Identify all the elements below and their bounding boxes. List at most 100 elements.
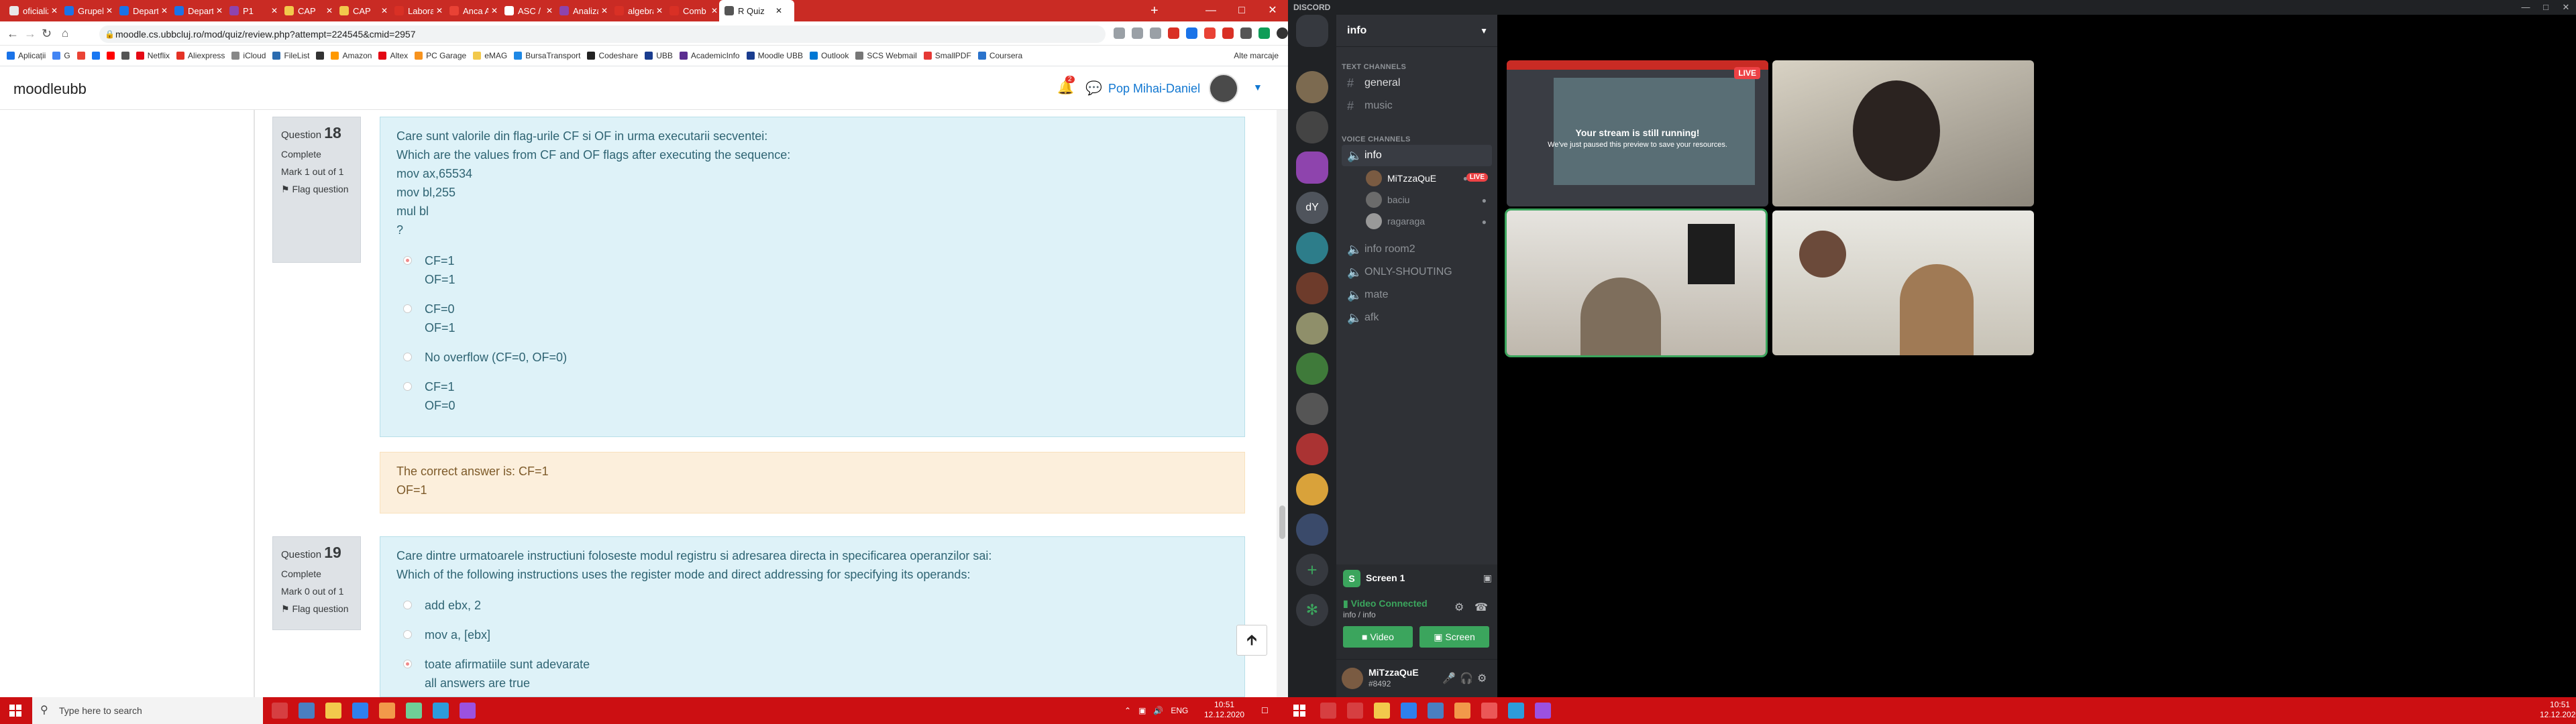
server-header[interactable]: info ▼ [1336, 15, 1497, 47]
bookmark-item[interactable]: Netflix [136, 51, 170, 60]
close-tab-icon[interactable]: ✕ [326, 6, 333, 15]
windows-start-icon[interactable] [9, 705, 21, 717]
bookmark-item[interactable]: SmallPDF [923, 51, 971, 60]
close-tab-icon[interactable]: ✕ [601, 6, 608, 15]
answer-option[interactable]: CF=1 OF=0 [396, 377, 1228, 415]
bookmark-item[interactable]: FileList [272, 51, 309, 60]
answer-option[interactable]: CF=1 OF=1 [396, 251, 1228, 289]
radio-button[interactable] [403, 353, 412, 361]
bookmark-item[interactable]: Amazon [331, 51, 372, 60]
popout-icon[interactable]: ▣ [1483, 572, 1492, 584]
server-icon[interactable] [1296, 473, 1328, 505]
bookmark-item[interactable]: Coursera [977, 51, 1022, 60]
browser-tab[interactable]: Departa✕ [169, 0, 223, 21]
bookmark-item[interactable]: Aliexpress [176, 51, 225, 60]
answer-option[interactable]: toate afirmatiile sunt adevarate all answ… [396, 655, 1228, 692]
user-name[interactable]: Pop Mihai-Daniel [1108, 82, 1200, 96]
answer-option[interactable]: mov a, [ebx] [396, 625, 1228, 644]
radio-button[interactable] [403, 660, 412, 668]
voice-channel-afk[interactable]: 🔈 afk [1342, 307, 1492, 328]
voice-user[interactable]: baciu ● [1366, 190, 1493, 209]
page-scrollbar[interactable] [1277, 110, 1288, 697]
clock[interactable]: 10:51 12.12.2020 [1204, 700, 1244, 720]
voice-channel-info-room2[interactable]: 🔈 info room2 [1342, 239, 1492, 260]
site-brand[interactable]: moodleubb [13, 80, 87, 98]
category-voice-channels[interactable]: VOICE CHANNELS [1342, 135, 1411, 143]
adblock-icon[interactable] [1168, 27, 1179, 39]
reload-icon[interactable]: ↻ [42, 27, 52, 41]
close-tab-icon[interactable]: ✕ [711, 6, 718, 15]
explore-icon[interactable]: ✻ [1296, 594, 1328, 626]
server-icon[interactable] [1296, 152, 1328, 184]
app-icon[interactable] [460, 703, 476, 719]
bookmark-item[interactable] [91, 52, 100, 60]
other-bookmarks[interactable]: Alte marcaje [1234, 51, 1279, 60]
voice-channel-info[interactable]: 🔈 info [1342, 145, 1492, 166]
chrome-icon[interactable] [1454, 703, 1470, 719]
notification-icon[interactable]: ☐ [1261, 706, 1269, 715]
server-icon[interactable] [1296, 111, 1328, 143]
app-icon[interactable] [1508, 703, 1524, 719]
screen-button[interactable]: ▣ Screen [1419, 626, 1489, 648]
scrollbar-thumb[interactable] [1279, 505, 1285, 539]
bookmark-item[interactable]: G [52, 51, 70, 60]
voice-user[interactable]: MiTzzaQuE ● LIVE [1366, 169, 1493, 188]
server-icon[interactable] [1296, 433, 1328, 465]
channel-general[interactable]: # general [1342, 72, 1492, 94]
server-icon[interactable] [1296, 232, 1328, 264]
headphones-icon[interactable]: 🎧 [1460, 672, 1473, 685]
radio-button[interactable] [403, 304, 412, 313]
maximize-icon[interactable]: □ [1226, 0, 1257, 21]
noise-suppression-icon[interactable]: ⚙ [1454, 601, 1464, 614]
server-icon[interactable]: dY [1296, 192, 1328, 224]
avatar[interactable] [1209, 74, 1238, 103]
forward-icon[interactable]: → [24, 27, 36, 41]
close-icon[interactable]: ✕ [2556, 0, 2576, 15]
bookmark-item[interactable]: UBB [645, 51, 673, 60]
close-tab-icon[interactable]: ✕ [271, 6, 278, 15]
extension-icon[interactable] [1222, 27, 1234, 39]
server-icon[interactable] [1296, 312, 1328, 345]
bookmark-item[interactable] [316, 52, 325, 60]
browser-tab[interactable]: ASC / C✕ [499, 0, 553, 21]
close-tab-icon[interactable]: ✕ [546, 6, 553, 15]
disconnect-icon[interactable]: ☎ [1474, 601, 1488, 614]
server-icon[interactable] [1296, 353, 1328, 385]
task-view-icon[interactable] [1347, 703, 1363, 719]
avatar[interactable] [1342, 668, 1363, 689]
home-discord-icon[interactable] [1296, 15, 1328, 47]
video-tile[interactable] [1507, 210, 1766, 355]
flag-question-link[interactable]: ⚑ Flag question [281, 603, 352, 615]
browser-tab[interactable]: R Quiz ✕ [719, 0, 794, 21]
radio-button[interactable] [403, 382, 412, 391]
extension-icon[interactable] [1186, 27, 1197, 39]
volume-icon[interactable]: 🔊 [1153, 706, 1163, 715]
url-field[interactable]: 🔒 moodle.cs.ubbcluj.ro/mod/quiz/review.p… [99, 25, 1106, 43]
server-icon[interactable] [1296, 71, 1328, 103]
close-tab-icon[interactable]: ✕ [106, 6, 113, 15]
browser-tab[interactable]: Comb s✕ [664, 0, 718, 21]
file-explorer-icon[interactable] [1374, 703, 1390, 719]
extension-icon[interactable] [1258, 27, 1270, 39]
voice-user[interactable]: ragaraga ● [1366, 212, 1493, 231]
back-to-top-button[interactable]: 🡱 [1236, 625, 1267, 656]
microphone-icon[interactable]: 🎤 [1442, 672, 1456, 685]
video-tile[interactable] [1772, 60, 2034, 206]
puzzle-icon[interactable] [1240, 27, 1252, 39]
voice-status[interactable]: ▮ Video Connected [1343, 598, 1428, 609]
mail-app-icon[interactable] [299, 703, 315, 719]
close-tab-icon[interactable]: ✕ [491, 6, 498, 15]
browser-tab[interactable]: CAP ✕ [334, 0, 388, 21]
minimize-icon[interactable]: — [1195, 0, 1226, 21]
close-tab-icon[interactable]: ✕ [656, 6, 663, 15]
close-icon[interactable]: ✕ [1257, 0, 1288, 21]
taskbar-search[interactable]: ⚲ Type here to search [32, 697, 263, 724]
radio-button[interactable] [403, 256, 412, 265]
close-tab-icon[interactable]: ✕ [216, 6, 223, 15]
app-icon[interactable] [406, 703, 422, 719]
bookmark-item[interactable] [106, 52, 115, 60]
answer-option[interactable]: CF=0 OF=1 [396, 300, 1228, 337]
browser-tab[interactable]: Anca Ap✕ [444, 0, 498, 21]
bookmark-item[interactable]: Outlook [809, 51, 849, 60]
chat-icon[interactable]: 💬 [1085, 80, 1102, 97]
